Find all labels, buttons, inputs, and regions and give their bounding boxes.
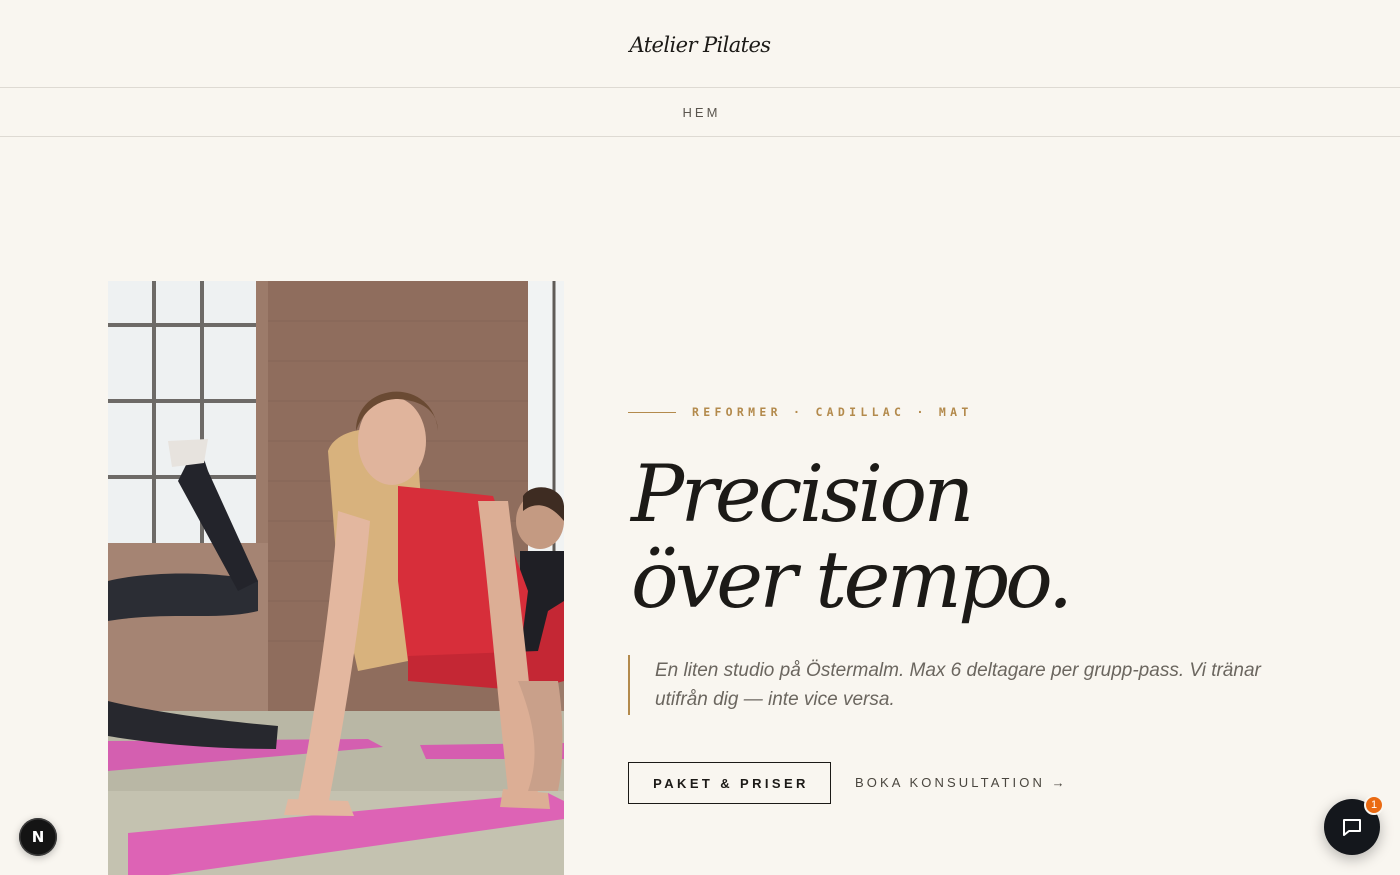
- eyebrow-text: REFORMER · CADILLAC · MAT: [692, 405, 973, 419]
- main-nav: HEM: [0, 88, 1400, 137]
- nav-item-hem[interactable]: HEM: [680, 105, 721, 120]
- hero-image: [108, 281, 564, 875]
- headline-line-2: över tempo.: [631, 534, 1073, 626]
- chat-bubble-icon: [1343, 819, 1361, 836]
- eyebrow-divider: [628, 411, 676, 413]
- brand-logo[interactable]: Atelier Pilates: [630, 33, 772, 57]
- dev-badge-letter: N: [31, 828, 45, 846]
- book-consultation-link[interactable]: BOKA KONSULTATION →: [855, 775, 1068, 790]
- packages-pricing-button[interactable]: PAKET & PRISER: [628, 762, 831, 804]
- site-header: Atelier Pilates: [0, 0, 1400, 88]
- hero-quote: En liten studio på Östermalm. Max 6 delt…: [628, 655, 1308, 715]
- chat-notification-badge: 1: [1364, 795, 1384, 815]
- hero-eyebrow: REFORMER · CADILLAC · MAT: [628, 405, 973, 419]
- dev-tools-badge[interactable]: N: [19, 818, 57, 856]
- hero-headline: Precision över tempo.: [631, 451, 1331, 623]
- headline-line-1: Precision: [631, 448, 974, 540]
